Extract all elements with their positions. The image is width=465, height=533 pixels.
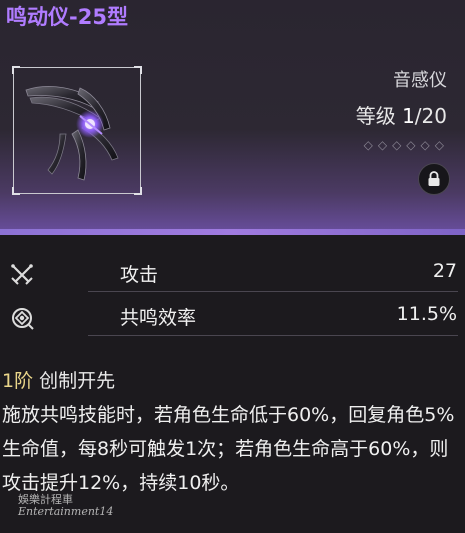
weapon-name: 鸣动仪-25型 [6,5,128,29]
weapon-image [25,86,119,181]
tune-level-indicator: ◇◇◇◇◇◇ [363,138,449,152]
resonance-target-icon [12,308,34,330]
stat-label: 共鸣效率 [120,307,197,329]
stat-value: 11.5% [396,303,457,325]
watermark-line2: Entertainment14 [18,505,114,518]
lock-icon [428,171,440,186]
weapon-type: 音感仪 [393,70,447,91]
level-separator: / [414,104,422,128]
watermark: 娛樂計程車 Entertainment14 [18,494,113,518]
rarity-bar [0,229,465,235]
stat-row-energy-regen: 共鸣效率 11.5% [0,301,465,334]
skill-title: 1阶 创制开先 [2,366,115,393]
stat-row-attack: 攻击 27 [0,258,465,291]
stat-label: 攻击 [120,264,159,286]
stat-value: 27 [432,260,457,282]
skill-name: 创制开先 [39,370,116,392]
weapon-level: 等级 1/20 [356,100,447,129]
level-label: 等级 [355,104,396,128]
divider [88,335,458,336]
skill-description: 施放共鸣技能时，若角色生命低于60%，回复角色5%生命值，每8秒可触发1次；若角… [2,404,455,494]
level-max: 20 [421,104,447,128]
lock-button[interactable] [418,163,450,195]
skill-rank: 1阶 [2,370,34,392]
level-current: 1 [402,104,415,128]
divider [88,291,458,292]
stat-list: 攻击 27 共鸣效率 11.5% [0,258,465,336]
crossed-swords-icon [11,264,33,285]
